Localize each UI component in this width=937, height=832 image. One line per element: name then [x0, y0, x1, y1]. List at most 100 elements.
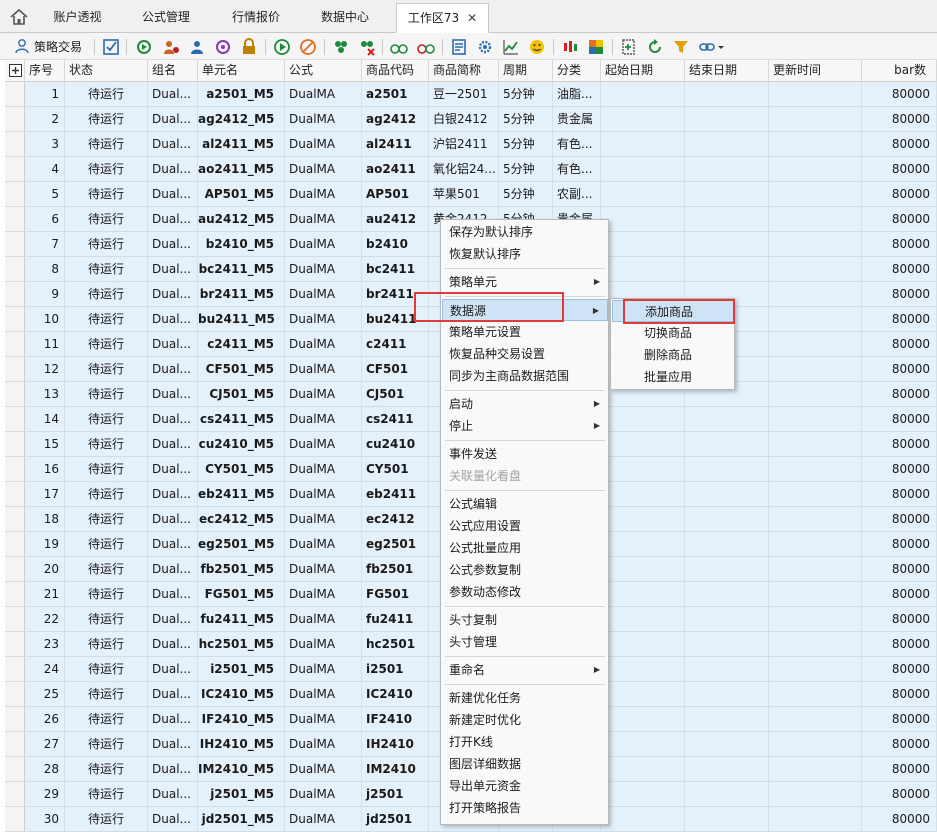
cell-bars[interactable]: 80000	[862, 582, 937, 606]
cell-empty[interactable]	[769, 582, 862, 606]
cell-unit[interactable]: CJ501_M5	[198, 382, 285, 406]
cell-code[interactable]: hc2501	[362, 632, 429, 656]
cell-empty[interactable]	[685, 182, 769, 206]
cell-empty[interactable]	[769, 357, 862, 381]
col-header[interactable]: 分类	[553, 60, 601, 82]
cell-group[interactable]: Dual...	[148, 482, 198, 506]
cell-unit[interactable]: eb2411_M5	[198, 482, 285, 506]
menu-item-new-scheduled-optimize[interactable]: 新建定时优化	[442, 709, 608, 731]
cell-unit[interactable]: IH2410_M5	[198, 732, 285, 756]
cell-bars[interactable]: 80000	[862, 657, 937, 681]
cell-formula[interactable]: DualMA	[285, 357, 362, 381]
cell-no[interactable]: 1	[25, 82, 65, 106]
cell-cat[interactable]: 农副...	[553, 182, 601, 206]
table-row[interactable]: 2 待运行 Dual... ag2412_M5 DualMA ag2412 白银2412 5分…	[5, 107, 937, 132]
cell-code[interactable]: ec2412	[362, 507, 429, 531]
menu-item-restore-default-sort[interactable]: 恢复默认排序	[442, 243, 608, 265]
cell-formula[interactable]: DualMA	[285, 332, 362, 356]
cell-status[interactable]: 待运行	[65, 482, 148, 506]
cell-empty[interactable]	[601, 407, 685, 431]
cell-empty[interactable]	[601, 682, 685, 706]
cell-empty[interactable]	[601, 232, 685, 256]
add-document-icon[interactable]	[620, 38, 638, 56]
cell-bars[interactable]: 80000	[862, 707, 937, 731]
row-header[interactable]	[5, 182, 25, 206]
cell-empty[interactable]	[601, 657, 685, 681]
smiley-icon[interactable]	[528, 38, 546, 56]
cell-bars[interactable]: 80000	[862, 332, 937, 356]
cell-no[interactable]: 6	[25, 207, 65, 231]
cell-bars[interactable]: 80000	[862, 257, 937, 281]
cell-empty[interactable]	[601, 482, 685, 506]
cell-no[interactable]: 3	[25, 132, 65, 156]
cell-bars[interactable]: 80000	[862, 232, 937, 256]
cell-group[interactable]: Dual...	[148, 682, 198, 706]
menu-item-open-kline[interactable]: 打开K线	[442, 731, 608, 753]
cell-group[interactable]: Dual...	[148, 407, 198, 431]
cell-group[interactable]: Dual...	[148, 357, 198, 381]
cell-bars[interactable]: 80000	[862, 807, 937, 831]
cell-group[interactable]: Dual...	[148, 507, 198, 531]
lock-icon[interactable]	[240, 38, 258, 56]
cell-empty[interactable]	[769, 732, 862, 756]
row-header[interactable]	[5, 307, 25, 331]
cell-bars[interactable]: 80000	[862, 282, 937, 306]
home-icon[interactable]	[8, 7, 30, 27]
cell-no[interactable]: 16	[25, 457, 65, 481]
cell-status[interactable]: 待运行	[65, 357, 148, 381]
col-header[interactable]: 序号	[25, 60, 65, 82]
cell-formula[interactable]: DualMA	[285, 632, 362, 656]
cell-code[interactable]: IF2410	[362, 707, 429, 731]
cell-status[interactable]: 待运行	[65, 82, 148, 106]
cell-empty[interactable]	[685, 207, 769, 231]
bicycle-icon[interactable]	[390, 38, 408, 56]
cell-bars[interactable]: 80000	[862, 307, 937, 331]
cell-bars[interactable]: 80000	[862, 432, 937, 456]
cell-empty[interactable]	[685, 257, 769, 281]
reload-icon[interactable]	[646, 38, 664, 56]
row-header[interactable]	[5, 82, 25, 106]
cell-empty[interactable]	[685, 82, 769, 106]
table-row[interactable]: 4 待运行 Dual... ao2411_M5 DualMA ao2411 氧化铝24...…	[5, 157, 937, 182]
cell-bars[interactable]: 80000	[862, 382, 937, 406]
cell-group[interactable]: Dual...	[148, 557, 198, 581]
cell-code[interactable]: a2501	[362, 82, 429, 106]
cell-status[interactable]: 待运行	[65, 382, 148, 406]
cell-no[interactable]: 14	[25, 407, 65, 431]
cell-status[interactable]: 待运行	[65, 207, 148, 231]
cell-empty[interactable]	[769, 607, 862, 631]
menu-item-new-optimize-task[interactable]: 新建优化任务	[442, 687, 608, 709]
cell-unit[interactable]: i2501_M5	[198, 657, 285, 681]
cell-code[interactable]: CJ501	[362, 382, 429, 406]
cell-group[interactable]: Dual...	[148, 332, 198, 356]
cell-cat[interactable]: 油脂...	[553, 82, 601, 106]
cell-status[interactable]: 待运行	[65, 457, 148, 481]
row-header[interactable]	[5, 557, 25, 581]
row-header[interactable]	[5, 332, 25, 356]
cell-name[interactable]: 沪铝2411	[429, 132, 499, 156]
row-header[interactable]	[5, 382, 25, 406]
cell-empty[interactable]	[769, 482, 862, 506]
cell-name[interactable]: 豆一2501	[429, 82, 499, 106]
cell-formula[interactable]: DualMA	[285, 132, 362, 156]
tab-workspace-73[interactable]: 工作区73 ✕	[396, 3, 489, 33]
cell-code[interactable]: eg2501	[362, 532, 429, 556]
row-header[interactable]	[5, 632, 25, 656]
stop-icon[interactable]	[299, 38, 317, 56]
cell-group[interactable]: Dual...	[148, 732, 198, 756]
menu-item-rename[interactable]: 重命名 ▶	[442, 659, 608, 681]
cell-formula[interactable]: DualMA	[285, 557, 362, 581]
cell-no[interactable]: 29	[25, 782, 65, 806]
cell-code[interactable]: bc2411	[362, 257, 429, 281]
cell-unit[interactable]: au2412_M5	[198, 207, 285, 231]
cell-formula[interactable]: DualMA	[285, 207, 362, 231]
cell-empty[interactable]	[685, 507, 769, 531]
cell-code[interactable]: al2411	[362, 132, 429, 156]
cell-no[interactable]: 11	[25, 332, 65, 356]
cell-code[interactable]: IC2410	[362, 682, 429, 706]
cell-status[interactable]: 待运行	[65, 732, 148, 756]
cell-empty[interactable]	[685, 582, 769, 606]
play-icon[interactable]	[273, 38, 291, 56]
menu-item-layer-detail-data[interactable]: 图层详细数据	[442, 753, 608, 775]
cell-bars[interactable]: 80000	[862, 682, 937, 706]
